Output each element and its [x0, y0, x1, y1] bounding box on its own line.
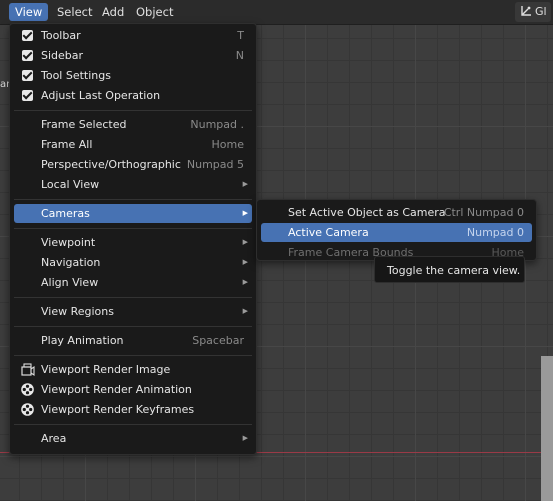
render-image-icon	[21, 363, 35, 377]
shortcut-label: Numpad 0	[466, 226, 524, 239]
menu-item-set-active-object-as-camera[interactable]: Set Active Object as Camera Ctrl Numpad …	[261, 203, 532, 222]
shortcut-label: Spacebar	[192, 334, 244, 347]
menu-item-area[interactable]: Area ▶	[14, 429, 252, 448]
shortcut-label: N	[235, 49, 244, 62]
checkbox-checked-icon[interactable]	[22, 30, 33, 41]
submenu-arrow-icon: ▶	[242, 238, 248, 246]
global-transform-button[interactable]: Gl	[515, 2, 551, 22]
viewport-header: View Select Add Object Gl	[0, 0, 553, 25]
menu-item-label: Viewpoint	[41, 236, 96, 249]
menu-item-label: Navigation	[41, 256, 101, 269]
menu-view[interactable]: View	[9, 3, 49, 21]
menu-item-label: Play Animation	[41, 334, 124, 347]
menu-separator	[14, 228, 252, 229]
view-menu: Toolbar T Sidebar N Tool Settings Adjust…	[9, 23, 257, 455]
menu-item-label: Adjust Last Operation	[41, 89, 161, 102]
shortcut-label: Numpad 5	[186, 158, 244, 171]
menu-separator	[14, 110, 252, 111]
menu-item-label: Perspective/Orthographic	[41, 158, 181, 171]
menu-item-label: Viewport Render Image	[41, 363, 171, 376]
menu-item-toolbar[interactable]: Toolbar T	[14, 26, 252, 45]
global-transform-label: Gl	[535, 5, 547, 18]
shortcut-label: Numpad .	[190, 118, 244, 131]
menu-item-play-animation[interactable]: Play Animation Spacebar	[14, 331, 252, 350]
menu-item-navigation[interactable]: Navigation ▶	[14, 253, 252, 272]
film-reel-icon	[21, 383, 34, 396]
cameras-submenu: Set Active Object as Camera Ctrl Numpad …	[256, 199, 537, 261]
menu-item-label: Set Active Object as Camera	[288, 206, 446, 219]
checkbox-checked-icon[interactable]	[22, 70, 33, 81]
submenu-arrow-icon: ▶	[242, 307, 248, 315]
menu-item-label: View Regions	[41, 305, 114, 318]
menu-item-label: Viewport Render Keyframes	[41, 403, 195, 416]
menu-item-view-regions[interactable]: View Regions ▶	[14, 302, 252, 321]
menu-separator	[14, 424, 252, 425]
menu-item-label: Active Camera	[288, 226, 369, 239]
menu-item-frame-all[interactable]: Frame All Home	[14, 135, 252, 154]
menu-item-label: Tool Settings	[41, 69, 111, 82]
transform-orientation-icon	[521, 6, 531, 16]
submenu-arrow-icon: ▶	[242, 258, 248, 266]
menu-item-adjust-last-operation[interactable]: Adjust Last Operation	[14, 86, 252, 105]
menu-item-tool-settings[interactable]: Tool Settings	[14, 66, 252, 85]
right-panel-edge	[541, 356, 553, 501]
shortcut-label: Home	[211, 138, 244, 151]
shortcut-label: T	[237, 29, 244, 42]
menu-item-label: Sidebar	[41, 49, 84, 62]
menu-item-viewport-render-image[interactable]: Viewport Render Image	[14, 360, 252, 379]
menu-item-label: Toolbar	[41, 29, 81, 42]
menu-item-sidebar[interactable]: Sidebar N	[14, 46, 252, 65]
menu-item-label: Frame Selected	[41, 118, 127, 131]
menu-separator	[14, 326, 252, 327]
menu-item-active-camera[interactable]: Active Camera Numpad 0	[261, 223, 532, 242]
menu-separator	[14, 297, 252, 298]
menu-item-align-view[interactable]: Align View ▶	[14, 273, 252, 292]
menu-item-viewport-render-animation[interactable]: Viewport Render Animation	[14, 380, 252, 399]
menu-add[interactable]: Add	[96, 3, 130, 21]
submenu-arrow-icon: ▶	[242, 434, 248, 442]
menu-item-label: Area	[41, 432, 67, 445]
checkbox-checked-icon[interactable]	[22, 90, 33, 101]
film-reel-icon	[21, 403, 34, 416]
menu-item-perspective-orthographic[interactable]: Perspective/Orthographic Numpad 5	[14, 155, 252, 174]
menu-separator	[14, 199, 252, 200]
menu-item-local-view[interactable]: Local View ▶	[14, 175, 252, 194]
menu-item-label: Frame All	[41, 138, 93, 151]
menu-item-label: Viewport Render Animation	[41, 383, 192, 396]
menu-item-viewport-render-keyframes[interactable]: Viewport Render Keyframes	[14, 400, 252, 419]
submenu-arrow-icon: ▶	[242, 209, 248, 217]
menu-item-label: Align View	[41, 276, 99, 289]
menu-select[interactable]: Select	[51, 3, 98, 21]
menu-item-label: Cameras	[41, 207, 90, 220]
submenu-arrow-icon: ▶	[242, 278, 248, 286]
menu-item-label: Local View	[41, 178, 100, 191]
menu-item-frame-selected[interactable]: Frame Selected Numpad .	[14, 115, 252, 134]
menu-item-viewpoint[interactable]: Viewpoint ▶	[14, 233, 252, 252]
tooltip: Toggle the camera view.	[374, 256, 525, 283]
menu-item-cameras[interactable]: Cameras ▶	[14, 204, 252, 223]
menu-object[interactable]: Object	[130, 3, 179, 21]
submenu-arrow-icon: ▶	[242, 180, 248, 188]
checkbox-checked-icon[interactable]	[22, 50, 33, 61]
shortcut-label: Ctrl Numpad 0	[443, 206, 524, 219]
menu-separator	[14, 355, 252, 356]
